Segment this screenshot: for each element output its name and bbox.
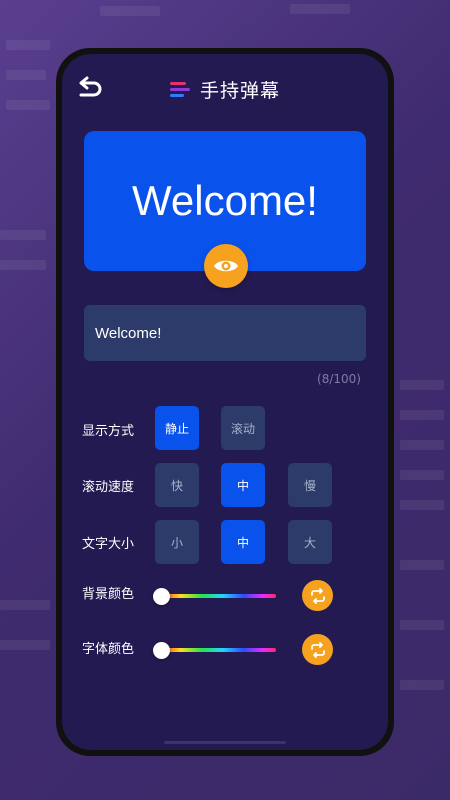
scroll-speed-slow-option[interactable]: 慢	[288, 463, 332, 507]
text-size-large-option[interactable]: 大	[288, 520, 332, 564]
display-mode-static-option[interactable]: 静止	[155, 406, 199, 450]
text-size-label: 文字大小	[82, 537, 135, 552]
text-size-medium-option[interactable]: 中	[221, 520, 265, 564]
page-title: 手持弹幕	[200, 80, 281, 102]
background-color-slider-knob[interactable]	[153, 588, 170, 605]
preview-text: Welcome!	[132, 177, 318, 224]
font-color-refresh-button[interactable]	[302, 634, 333, 665]
phone-frame: 手持弹幕 Welcome! (8/100) 显示方式 静止 滚动 滚动速度 快 …	[56, 48, 394, 756]
header: 手持弹幕	[170, 76, 280, 103]
eye-icon	[214, 260, 238, 272]
font-color-label: 字体颜色	[82, 642, 135, 657]
character-counter: (8/100)	[317, 372, 361, 386]
scroll-speed-fast-option[interactable]: 快	[155, 463, 199, 507]
refresh-icon	[310, 641, 325, 658]
home-indicator	[164, 741, 286, 744]
preview-button[interactable]	[204, 244, 248, 288]
background-color-label: 背景颜色	[82, 587, 135, 602]
background-color-slider[interactable]	[160, 594, 276, 598]
background-color-refresh-button[interactable]	[302, 580, 333, 611]
stripes-logo-icon	[170, 81, 192, 99]
scroll-speed-label: 滚动速度	[82, 480, 135, 495]
text-size-small-option[interactable]: 小	[155, 520, 199, 564]
refresh-icon	[310, 587, 325, 604]
back-button[interactable]	[77, 74, 107, 102]
scroll-speed-medium-option[interactable]: 中	[221, 463, 265, 507]
back-arrow-icon	[79, 76, 102, 97]
font-color-slider[interactable]	[160, 648, 276, 652]
display-mode-scroll-option[interactable]: 滚动	[221, 406, 265, 450]
font-color-slider-knob[interactable]	[153, 642, 170, 659]
app-screen: 手持弹幕 Welcome! (8/100) 显示方式 静止 滚动 滚动速度 快 …	[62, 54, 388, 750]
display-mode-label: 显示方式	[82, 424, 135, 439]
danmaku-text-input[interactable]	[84, 305, 366, 361]
